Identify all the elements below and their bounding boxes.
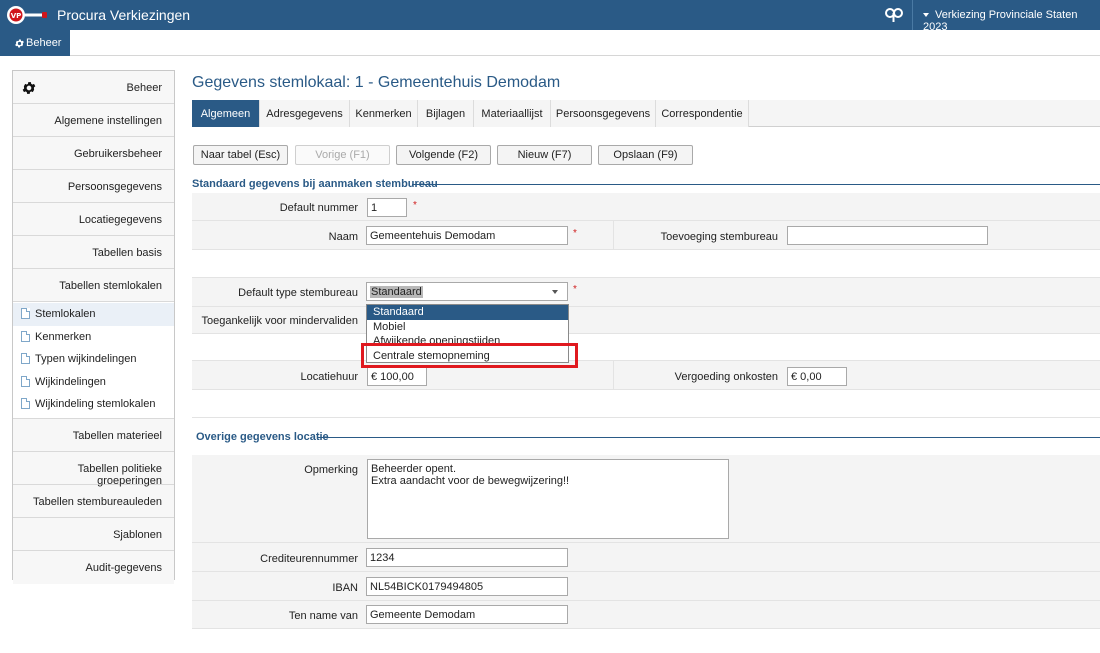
opmerking-label: Opmerking xyxy=(304,464,358,476)
beheer-menu-tab[interactable]: Beheer xyxy=(0,30,70,56)
ten-name-van-label: Ten name van xyxy=(288,610,358,622)
required-mark: * xyxy=(573,284,577,295)
locatiehuur-label: Locatiehuur xyxy=(300,371,359,383)
form-row-spacer xyxy=(192,390,1100,418)
svg-text:VP: VP xyxy=(11,12,22,20)
tab-adresgegevens[interactable]: Adresgegevens xyxy=(260,100,350,127)
sidebar-subitem-label: Typen wijkindelingen xyxy=(35,353,137,366)
page-title: Gegevens stemlokaal: 1 - Gemeentehuis De… xyxy=(192,74,561,91)
form-row-empty xyxy=(192,334,1100,361)
iban-input[interactable]: NL54BICK0179494805 xyxy=(366,577,568,596)
sidebar-item-audit-gegevens[interactable]: Audit-gegevens xyxy=(13,550,174,584)
qp-brand-icon[interactable] xyxy=(884,6,904,24)
section-title-overige: Overige gegevens locatie xyxy=(196,431,329,443)
sidebar-item-tabellen-stemlokalen[interactable]: Tabellen stemlokalen xyxy=(13,269,174,302)
new-button[interactable]: Nieuw (F7) xyxy=(497,145,592,165)
sidebar: Beheer Algemene instellingen Gebruikersb… xyxy=(12,70,175,584)
app-title: Procura Verkiezingen xyxy=(57,7,191,23)
document-icon xyxy=(21,353,30,365)
sidebar-item-algemene-instellingen[interactable]: Algemene instellingen xyxy=(13,104,174,137)
app-root: VP Procura Verkiezingen Verkiezing Provi… xyxy=(0,0,1100,653)
sidebar-subitem-typen-wijkindelingen[interactable]: Typen wijkindelingen xyxy=(13,348,174,371)
toevoeging-input[interactable] xyxy=(787,226,988,245)
required-mark: * xyxy=(573,228,577,239)
sidebar-item-locatiegegevens[interactable]: Locatiegegevens xyxy=(13,203,174,236)
vergoeding-input[interactable]: € 0,00 xyxy=(787,367,847,386)
default-type-select[interactable]: Standaard xyxy=(366,282,568,301)
tab-persoonsgegevens[interactable]: Persoonsgegevens xyxy=(551,100,656,127)
default-type-label: Default type stembureau xyxy=(238,287,358,299)
top-bar: VP Procura Verkiezingen Verkiezing Provi… xyxy=(0,0,1100,33)
tab-kenmerken[interactable]: Kenmerken xyxy=(350,100,418,127)
document-icon xyxy=(21,398,30,410)
sidebar-subitem-wijkindeling-stemlokalen[interactable]: Wijkindeling stemlokalen xyxy=(13,393,174,416)
chevron-down-icon xyxy=(923,13,929,18)
default-nummer-input[interactable]: 1 xyxy=(367,198,407,217)
document-icon xyxy=(21,375,30,387)
sidebar-header-label: Beheer xyxy=(126,82,162,94)
chevron-down-icon xyxy=(552,290,558,294)
section-title-standaard: Standaard gegevens bij aanmaken stembure… xyxy=(192,178,438,190)
toegankelijk-label: Toegankelijk voor mindervaliden xyxy=(201,315,358,327)
tab-algemeen[interactable]: Algemeen xyxy=(192,100,260,127)
locatiehuur-input[interactable]: € 100,00 xyxy=(367,367,427,386)
ten-name-van-input[interactable]: Gemeente Demodam xyxy=(366,605,568,624)
sidebar-item-tabellen-materieel[interactable]: Tabellen materieel xyxy=(13,418,174,452)
sidebar-subitem-stemlokalen[interactable]: Stemlokalen xyxy=(13,303,174,326)
sidebar-subitem-label: Stemlokalen xyxy=(35,308,96,320)
sub-bar: Beheer xyxy=(0,30,1100,56)
toevoeging-label: Toevoeging stembureau xyxy=(660,231,778,243)
opmerking-textarea[interactable]: Beheerder opent. Extra aandacht voor de … xyxy=(367,459,729,539)
election-selector[interactable]: Verkiezing Provinciale Staten 2023 xyxy=(912,0,1100,33)
iban-label: IBAN xyxy=(332,582,358,594)
dropdown-option-standaard[interactable]: Standaard xyxy=(367,305,568,320)
sidebar-item-persoonsgegevens[interactable]: Persoonsgegevens xyxy=(13,170,174,203)
sidebar-subitem-label: Wijkindelingen xyxy=(35,375,106,388)
previous-button[interactable]: Vorige (F1) xyxy=(295,145,390,165)
beheer-label: Beheer xyxy=(26,37,62,49)
section-divider xyxy=(318,437,1100,438)
sidebar-subgroup: Stemlokalen Kenmerken Typen wijkindeling… xyxy=(13,302,174,419)
dropdown-option-mobiel[interactable]: Mobiel xyxy=(367,320,568,335)
tab-correspondentie[interactable]: Correspondentie xyxy=(656,100,749,127)
highlight-annotation-box xyxy=(361,343,578,368)
procura-logo-icon: VP xyxy=(7,6,47,24)
required-mark: * xyxy=(413,200,417,211)
next-button[interactable]: Volgende (F2) xyxy=(396,145,491,165)
gear-icon xyxy=(22,82,36,94)
sidebar-item-sjablonen[interactable]: Sjablonen xyxy=(13,517,174,551)
default-type-value: Standaard xyxy=(370,286,423,298)
section-divider xyxy=(412,184,1100,185)
tab-bar: Algemeen Adresgegevens Kenmerken Bijlage… xyxy=(192,100,1100,127)
sidebar-header[interactable]: Beheer xyxy=(13,71,174,104)
sidebar-item-tabellen-stembureauleden[interactable]: Tabellen stembureauleden xyxy=(13,484,174,518)
default-nummer-label: Default nummer xyxy=(279,202,358,214)
document-icon xyxy=(21,308,30,319)
sidebar-item-tabellen-basis[interactable]: Tabellen basis xyxy=(13,236,174,269)
save-button[interactable]: Opslaan (F9) xyxy=(598,145,693,165)
sidebar-item-gebruikersbeheer[interactable]: Gebruikersbeheer xyxy=(13,137,174,170)
form-row-spacer xyxy=(192,250,1100,278)
naam-input[interactable]: Gemeentehuis Demodam xyxy=(366,226,568,245)
crediteur-input[interactable]: 1234 xyxy=(366,548,568,567)
document-icon xyxy=(21,330,30,342)
sidebar-subitem-kenmerken[interactable]: Kenmerken xyxy=(13,325,174,349)
sidebar-item-tabellen-politieke-groeperingen[interactable]: Tabellen politieke groeperingen xyxy=(13,451,174,487)
sidebar-subitem-wijkindelingen[interactable]: Wijkindelingen xyxy=(13,370,174,394)
vergoeding-label: Vergoeding onkosten xyxy=(674,371,778,383)
naam-label: Naam xyxy=(328,231,358,243)
sidebar-subitem-label: Wijkindeling stemlokalen xyxy=(35,398,156,411)
tab-bijlagen[interactable]: Bijlagen xyxy=(418,100,474,127)
gear-icon xyxy=(15,39,24,48)
sidebar-subitem-label: Kenmerken xyxy=(35,330,92,343)
back-to-table-button[interactable]: Naar tabel (Esc) xyxy=(193,145,288,165)
tab-materiaallijst[interactable]: Materiaallijst xyxy=(474,100,551,127)
crediteur-label: Crediteurennummer xyxy=(260,553,358,565)
